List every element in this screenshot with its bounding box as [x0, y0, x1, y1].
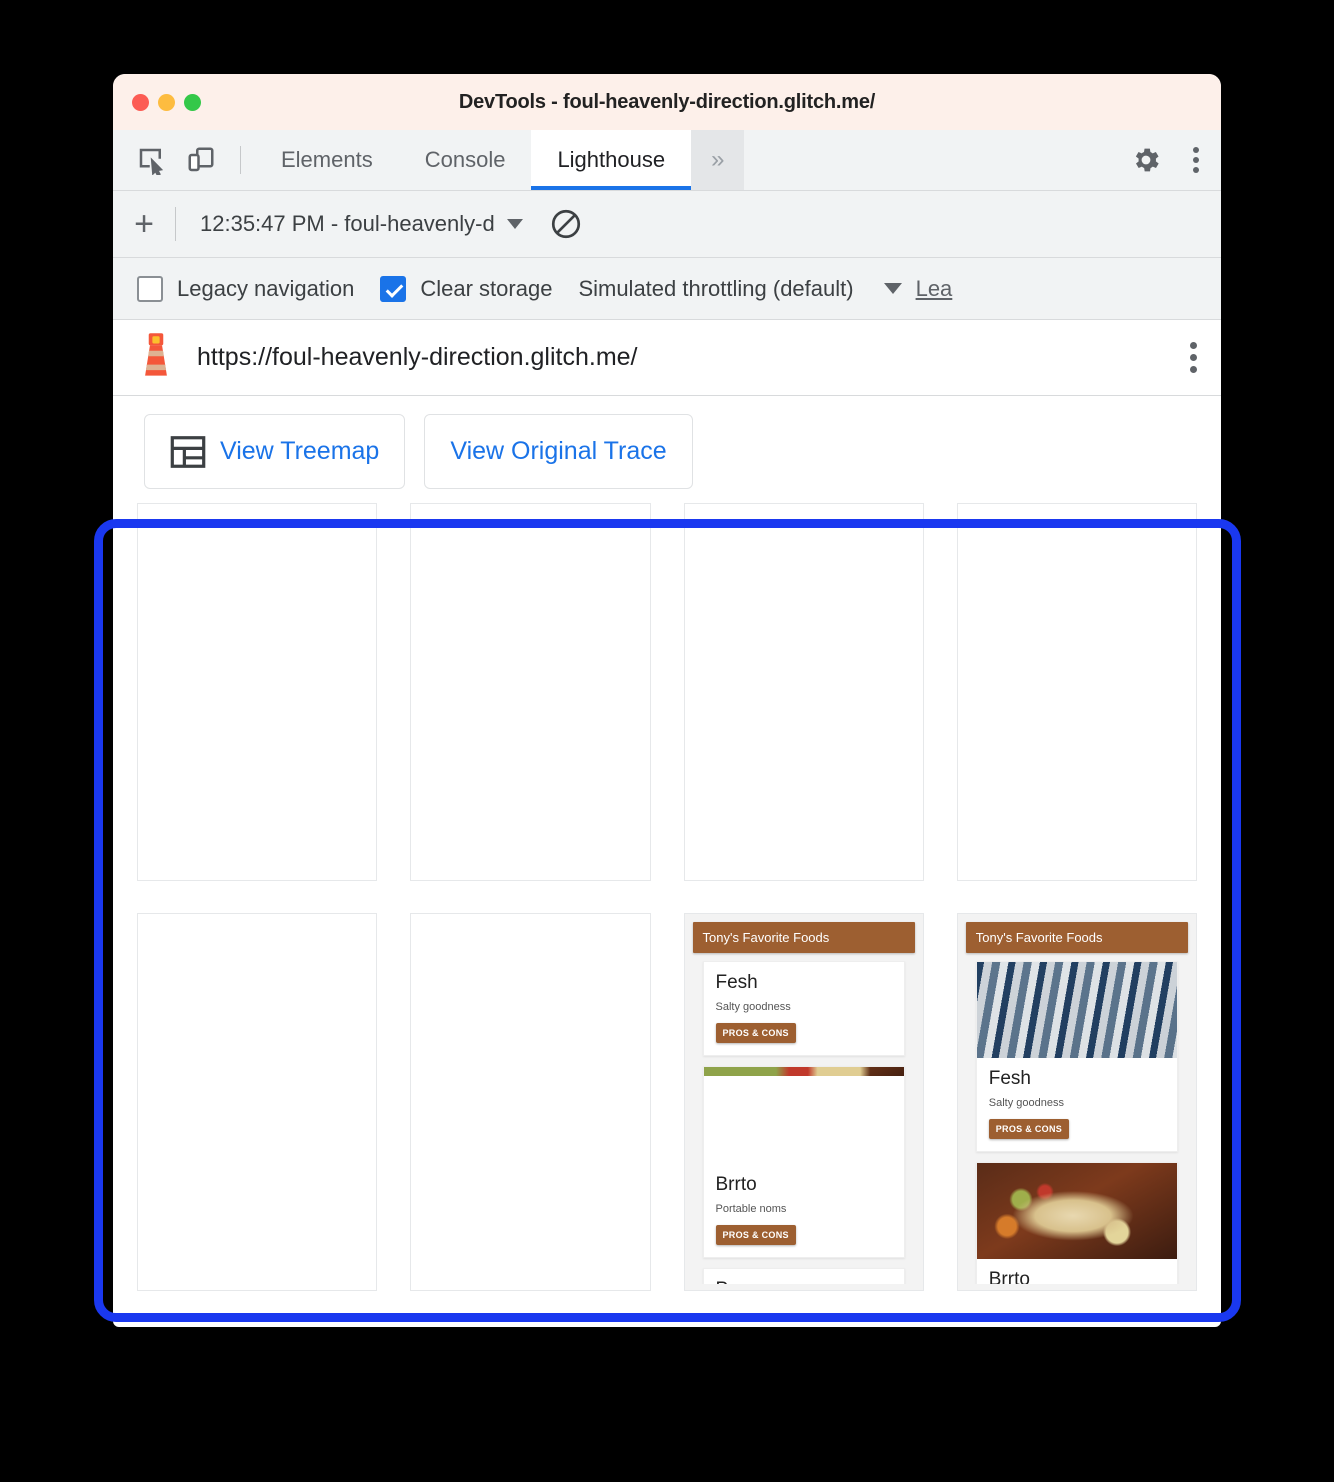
food-title: Fesh	[988, 1068, 1031, 1089]
chevron-down-icon	[506, 219, 523, 229]
filmstrip-thumbnail[interactable]	[683, 503, 924, 881]
food-title: Brrto	[988, 1269, 1030, 1284]
lighthouse-run-toolbar: + 12:35:47 PM - foul-heavenly-d	[113, 191, 1221, 258]
lighthouse-options-row: Legacy navigation Clear storage Simulate…	[113, 258, 1221, 320]
tab-strip-right-controls	[1092, 130, 1221, 190]
inspect-element-icon[interactable]	[126, 130, 176, 190]
food-title: Pezza	[716, 1279, 892, 1284]
filmstrip-grid: Tony's Favorite Foods Fesh Salty goodnes…	[137, 503, 1197, 1291]
report-menu-icon[interactable]	[1190, 342, 1197, 373]
food-title: Fesh	[715, 972, 758, 993]
close-window-button[interactable]	[132, 93, 149, 111]
devtools-window: DevTools - foul-heavenly-direction.glitc…	[113, 74, 1221, 1327]
site-header: Tony's Favorite Foods	[965, 922, 1188, 953]
window-title: DevTools - foul-heavenly-direction.glitc…	[458, 90, 876, 113]
image-placeholder	[704, 1076, 904, 1164]
tab-console[interactable]: Console	[399, 130, 532, 190]
gear-icon[interactable]	[1121, 144, 1171, 176]
tab-label: Console	[424, 147, 506, 172]
title-bar: DevTools - foul-heavenly-direction.glitc…	[113, 74, 1221, 130]
clear-storage-checkbox[interactable]: Clear storage	[380, 275, 553, 302]
food-image-burrito	[976, 1163, 1177, 1259]
tab-label: Lighthouse	[557, 147, 666, 172]
window-controls	[132, 93, 201, 111]
legacy-navigation-label: Legacy navigation	[177, 275, 355, 301]
food-card-body: Fesh Salty goodness PROS & CONS	[977, 1058, 1177, 1151]
food-subtitle: Salty goodness	[715, 1001, 791, 1013]
view-treemap-label: View Treemap	[220, 437, 380, 465]
device-toolbar-icon[interactable]	[176, 130, 226, 190]
food-card: Fesh Salty goodness PROS & CONS	[702, 961, 905, 1056]
pros-and-cons-button: PROS & CONS	[715, 1225, 796, 1245]
more-tabs-button[interactable]: »	[691, 130, 745, 190]
food-card-body: Pezza	[704, 1269, 904, 1284]
view-treemap-button[interactable]: View Treemap	[144, 414, 406, 489]
food-title: Brrto	[715, 1174, 757, 1195]
maximize-window-button[interactable]	[184, 93, 201, 111]
tab-lighthouse[interactable]: Lighthouse	[531, 130, 692, 190]
food-card-body: Brrto Portable noms PROS & CONS	[704, 1164, 904, 1257]
site-header: Tony's Favorite Foods	[692, 922, 915, 953]
throttling-value: Simulated throttling (default)	[578, 275, 854, 301]
report-action-buttons: View Treemap View Original Trace	[113, 396, 1221, 489]
runbar-divider	[175, 207, 176, 241]
filmstrip-thumbnail[interactable]	[137, 913, 378, 1291]
food-image-fish	[976, 962, 1177, 1058]
food-card: Fesh Salty goodness PROS & CONS	[975, 961, 1178, 1152]
filmstrip-thumbnail[interactable]	[410, 913, 651, 1291]
treemap-icon	[170, 435, 206, 468]
food-card: Pezza	[702, 1268, 905, 1284]
report-select-dropdown[interactable]: 12:35:47 PM - foul-heavenly-d	[200, 211, 523, 237]
chevron-double-right-icon: »	[711, 146, 725, 173]
lighthouse-icon	[137, 332, 175, 383]
pros-and-cons-button: PROS & CONS	[715, 1023, 796, 1043]
throttling-select[interactable]: Simulated throttling (default)	[578, 276, 853, 302]
food-subtitle: Salty goodness	[988, 1097, 1064, 1109]
food-card: Brrto Portable noms	[975, 1162, 1178, 1284]
filmstrip-thumbnail[interactable]: Tony's Favorite Foods Fesh Salty goodnes…	[683, 913, 924, 1291]
food-image	[703, 1067, 904, 1076]
clear-storage-label: Clear storage	[420, 275, 553, 301]
report-url-bar: https://foul-heavenly-direction.glitch.m…	[113, 320, 1221, 396]
legacy-navigation-checkbox[interactable]: Legacy navigation	[137, 275, 355, 302]
tab-elements[interactable]: Elements	[255, 130, 399, 190]
kebab-menu-icon[interactable]	[1171, 147, 1221, 173]
devtools-tab-strip: Elements Console Lighthouse »	[113, 130, 1221, 191]
filmstrip-thumbnail[interactable]	[137, 503, 378, 881]
report-url: https://foul-heavenly-direction.glitch.m…	[197, 343, 638, 371]
page-preview: Tony's Favorite Foods Fesh Salty goodnes…	[684, 914, 923, 1290]
toolbar-divider	[240, 146, 241, 174]
site-body: Fesh Salty goodness PROS & CONS Brrto Po…	[964, 961, 1190, 1284]
site-body: Fesh Salty goodness PROS & CONS Brrto Po…	[691, 961, 917, 1284]
checkbox-box-checked	[380, 275, 407, 302]
clear-reports-button[interactable]	[549, 207, 583, 241]
new-report-button[interactable]: +	[113, 207, 175, 241]
minimize-window-button[interactable]	[158, 93, 175, 111]
view-original-trace-button[interactable]: View Original Trace	[424, 414, 693, 489]
food-card-body: Brrto Portable noms	[977, 1259, 1177, 1284]
food-subtitle: Portable noms	[715, 1203, 787, 1215]
filmstrip-thumbnail[interactable]: Tony's Favorite Foods Fesh Salty goodnes…	[956, 913, 1197, 1291]
view-original-trace-label: View Original Trace	[450, 437, 667, 465]
filmstrip-thumbnail[interactable]	[956, 503, 1197, 881]
checkbox-box	[137, 275, 163, 302]
learn-more-link[interactable]: Lea	[916, 276, 953, 302]
filmstrip-screenshots: Tony's Favorite Foods Fesh Salty goodnes…	[113, 489, 1221, 1291]
report-select-value: 12:35:47 PM - foul-heavenly-d	[200, 211, 495, 236]
food-card: Brrto Portable noms PROS & CONS	[702, 1066, 905, 1258]
filmstrip-thumbnail[interactable]	[410, 503, 651, 881]
pros-and-cons-button: PROS & CONS	[988, 1119, 1070, 1139]
page-preview: Tony's Favorite Foods Fesh Salty goodnes…	[957, 914, 1196, 1290]
food-card-body: Fesh Salty goodness PROS & CONS	[704, 962, 904, 1055]
tab-label: Elements	[281, 147, 373, 172]
chevron-down-icon-throttling[interactable]	[883, 283, 902, 294]
